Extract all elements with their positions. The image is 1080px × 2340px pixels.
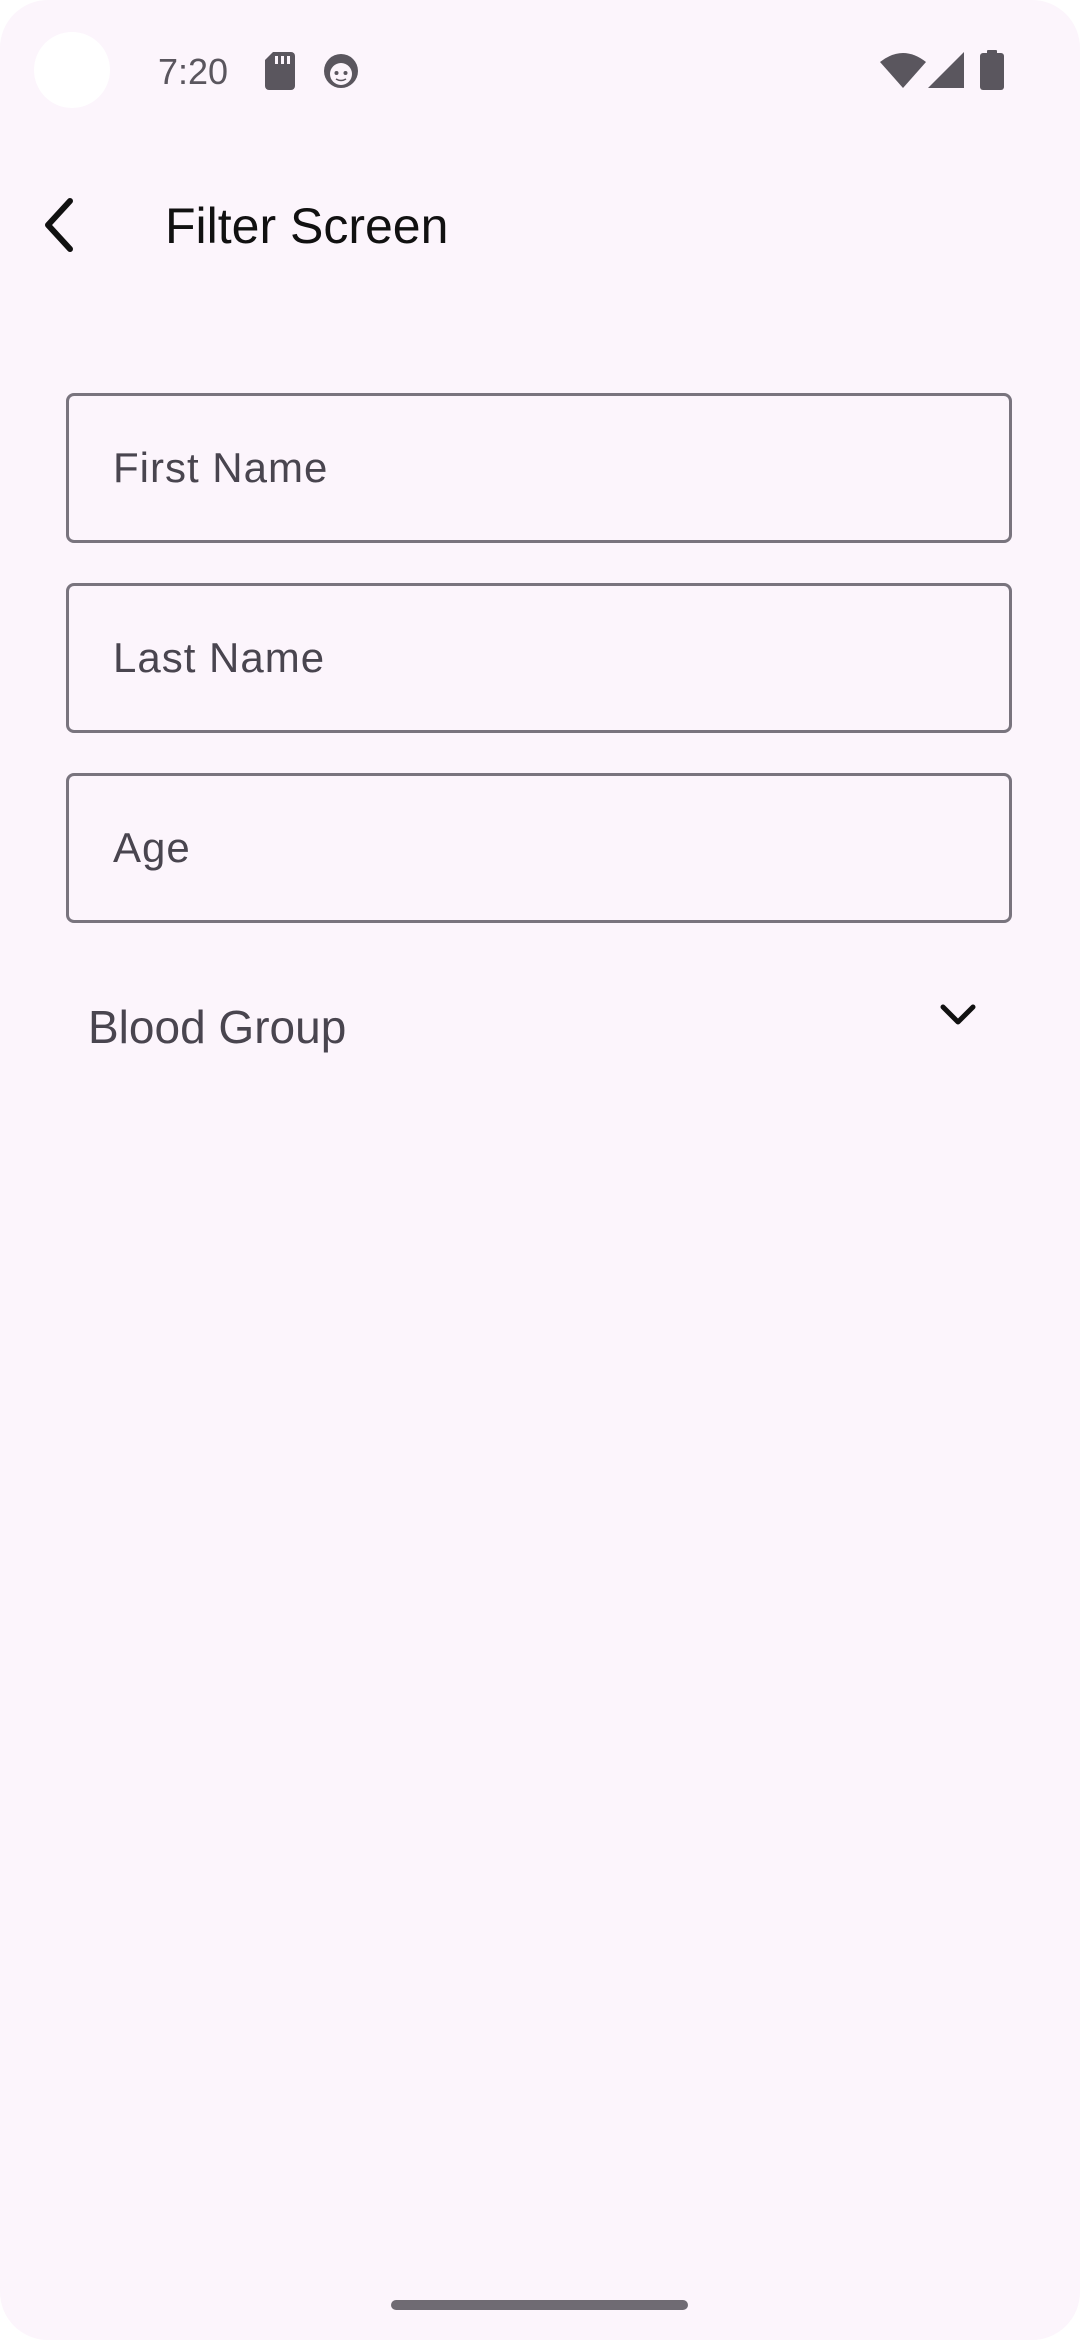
sd-card-icon <box>265 52 295 90</box>
first-name-field[interactable] <box>66 393 1012 543</box>
gesture-navigation-bar[interactable] <box>391 2300 688 2310</box>
age-field[interactable] <box>66 773 1012 923</box>
last-name-field[interactable] <box>66 583 1012 733</box>
status-bar: 7:20 <box>0 0 1080 140</box>
last-name-input[interactable] <box>69 586 1009 730</box>
battery-icon <box>980 50 1004 90</box>
filter-screen: 7:20 Filter Screen First Name Last Name … <box>0 0 1080 2340</box>
arrow-back-icon <box>45 198 73 252</box>
back-button[interactable] <box>24 180 96 270</box>
chevron-down-icon[interactable] <box>936 993 980 1037</box>
page-title: Filter Screen <box>165 198 449 254</box>
wifi-icon <box>880 53 926 88</box>
signal-icon <box>928 52 964 88</box>
camera-cutout <box>34 32 110 108</box>
blood-group-label: Blood Group <box>88 1001 347 1053</box>
face-icon <box>324 54 358 88</box>
age-input[interactable] <box>69 776 1009 920</box>
first-name-input[interactable] <box>69 396 1009 540</box>
blood-group-dropdown[interactable]: Blood Group <box>66 965 1012 1085</box>
status-time: 7:20 <box>158 51 229 92</box>
